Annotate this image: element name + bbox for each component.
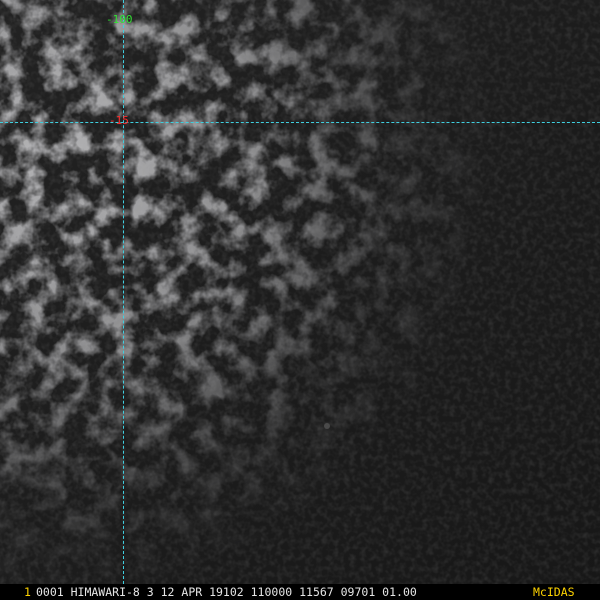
satellite-image-viewer: -100 -15 1 0001 HIMAWARI-8 3 12 APR 1910… [0,0,600,600]
satellite-image [0,0,600,600]
frame-number: 1 [24,585,31,599]
image-status-bar: 1 0001 HIMAWARI-8 3 12 APR 19102 110000 … [0,584,600,600]
longitude-label: -100 [106,13,133,26]
latitude-label: -15 [109,114,129,127]
image-header-text: 0001 HIMAWARI-8 3 12 APR 19102 110000 11… [36,585,417,599]
mcidas-logo: McIDAS [533,585,575,599]
